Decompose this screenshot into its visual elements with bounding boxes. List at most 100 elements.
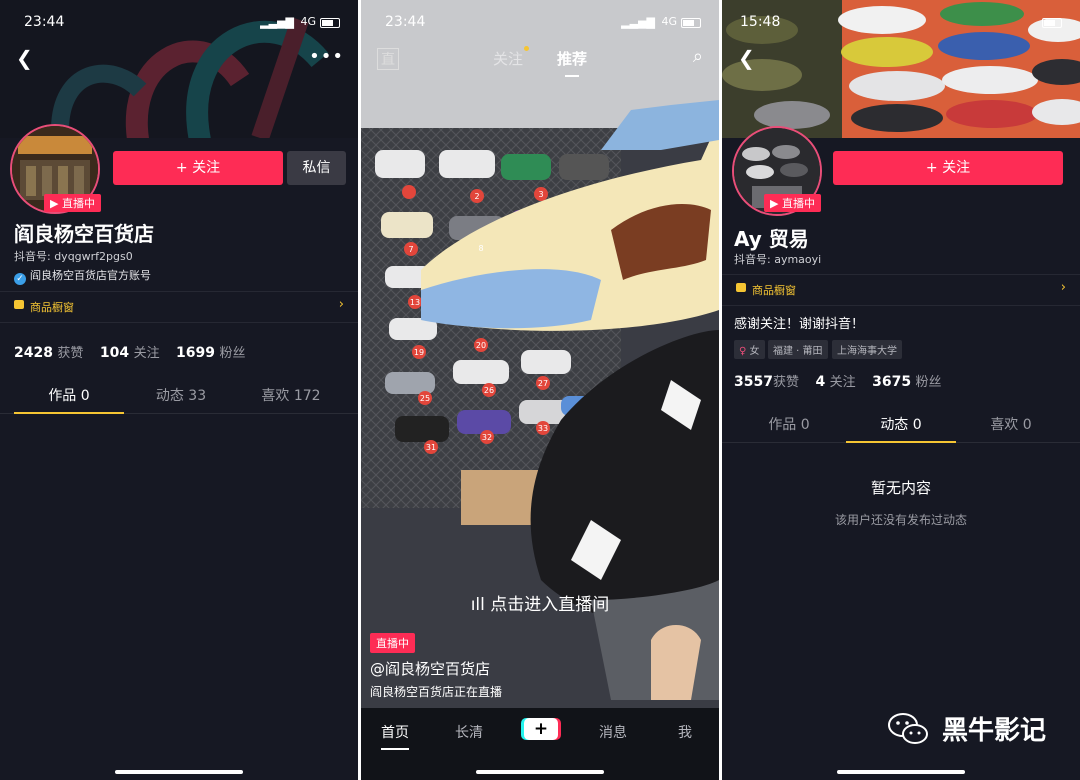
fans-unit: 粉丝 (915, 375, 942, 390)
nav-me[interactable]: 我 (678, 722, 692, 742)
shoe-number-tag: 13 (410, 298, 420, 307)
video-feed-screen: 2 3 7 8 13 19 20 25 26 27 31 32 33 23:44 ▂▃▅▇ 4G 直 关… (361, 0, 719, 780)
follow-button[interactable]: + 关注 (833, 151, 1063, 185)
wechat-icon (888, 713, 928, 744)
live-entry-icon[interactable]: 直 (377, 48, 399, 70)
shop-label: 商品橱窗 (752, 284, 796, 297)
fans-unit: 粉丝 (219, 346, 246, 361)
enter-live-text: 点击进入直播间 (490, 595, 610, 615)
likes-unit: 获赞 (772, 375, 799, 390)
verified-row: ✓ 阎良杨空百货店官方账号 (14, 267, 151, 285)
watermark-text: 黑牛影记 (941, 716, 1046, 746)
verified-label: 阎良杨空百货店官方账号 (30, 269, 151, 282)
following-unit: 关注 (829, 375, 856, 390)
profile-tabs: 作品 0 动态 0 喜欢 0 (722, 408, 1080, 443)
status-bar: 23:44 ▂▃▅▇ 4G (0, 12, 358, 32)
create-plus-button[interactable]: + (524, 718, 558, 740)
shop-icon (736, 283, 746, 292)
home-indicator (837, 770, 965, 774)
status-bar: 23:44 ▂▃▅▇ 4G (361, 12, 719, 32)
tab-following-label: 关注 (493, 50, 524, 68)
gender-tag: ♀ 女 (734, 340, 765, 359)
status-time: 23:44 (385, 14, 426, 30)
status-time: 23:44 (24, 14, 65, 30)
profile-stats: 3557获赞 4 关注 3675 粉丝 (734, 371, 954, 390)
battery-icon (320, 18, 340, 28)
tab-works[interactable]: 作品 0 (734, 408, 844, 442)
signal-icon: ▂▃▅▇ (260, 16, 294, 29)
follow-button[interactable]: + 关注 (113, 151, 283, 185)
nav-home[interactable]: 首页 (381, 722, 409, 750)
author-name[interactable]: @阎良杨空百货店 (370, 658, 490, 679)
shoe-number-tag: 27 (538, 379, 548, 388)
shoe-number-tag: 33 (538, 424, 548, 433)
fans-count[interactable]: 3675 (872, 374, 911, 390)
search-icon[interactable]: ⌕ (693, 46, 703, 67)
network-label: 4G (300, 15, 316, 28)
message-button[interactable]: 私信 (287, 151, 346, 185)
profile-tabs: 作品 0 动态 33 喜欢 172 (0, 379, 358, 414)
gender-label: 女 (749, 346, 760, 357)
following-unit: 关注 (133, 346, 160, 361)
more-icon[interactable]: ••• (309, 46, 344, 67)
profile-screen-left: 23:44 ▂▃▅▇ 4G ❮ ••• ▶ 直播中 + 关注 私信 阎良杨空百货… (0, 0, 358, 780)
back-icon[interactable]: ❮ (16, 48, 33, 68)
douyin-id: 抖音号: aymaoyi (734, 253, 822, 266)
location-tag: 福建 · 莆田 (768, 340, 828, 359)
following-count[interactable]: 104 (100, 345, 129, 361)
empty-state-subtitle: 该用户还没有发布过动态 (834, 513, 967, 527)
female-icon: ♀ (739, 346, 747, 357)
shop-icon (14, 300, 24, 309)
school-tag: 上海海事大学 (832, 340, 902, 359)
chevron-right-icon: › (338, 297, 344, 312)
back-icon[interactable]: ❮ (738, 48, 755, 68)
following-count[interactable]: 4 (815, 374, 825, 390)
douyin-id: 抖音号: dyqgwrf2pgs0 (14, 250, 133, 263)
tab-following-feed[interactable]: 关注 (493, 46, 530, 69)
tab-activity[interactable]: 动态 33 (126, 379, 236, 413)
tab-recommend[interactable]: 推荐 (557, 48, 587, 77)
status-bar: 15:48 (722, 12, 1080, 32)
verified-check-icon: ✓ (14, 273, 26, 285)
tab-likes[interactable]: 喜欢 172 (236, 379, 346, 413)
profile-stats: 2428 获赞 104 关注 1699 粉丝 (14, 342, 257, 361)
shoe-number-tag: 31 (426, 443, 436, 452)
likes-unit: 获赞 (57, 346, 84, 361)
shoe-number-tag: 8 (478, 244, 483, 253)
shoe-number-tag: 3 (538, 190, 543, 199)
profile-bio: 感谢关注！谢谢抖音！ (734, 317, 865, 332)
nav-messages[interactable]: 消息 (599, 722, 627, 742)
shoe-number-tag: 26 (484, 386, 494, 395)
shoe-number-tag: 25 (420, 394, 430, 403)
shoe-number-tag: 19 (414, 348, 424, 357)
shop-window-row[interactable]: 商品橱窗 › (722, 274, 1080, 306)
tab-likes[interactable]: 喜欢 0 (956, 408, 1066, 442)
shoe-number-tag: 7 (408, 245, 413, 254)
fans-count[interactable]: 1699 (176, 345, 215, 361)
home-indicator (115, 770, 243, 774)
nav-long[interactable]: 长清 (455, 722, 483, 742)
battery-icon (681, 18, 701, 28)
live-badge[interactable]: 直播中 (370, 633, 415, 653)
bars-icon: ıll (470, 595, 491, 615)
enter-live-prompt[interactable]: ıll 点击进入直播间 (361, 590, 719, 615)
chevron-right-icon: › (1060, 280, 1066, 295)
status-time: 15:48 (740, 14, 781, 30)
live-badge[interactable]: ▶ 直播中 (44, 194, 101, 212)
home-indicator (476, 770, 604, 774)
shoe-number-tag: 2 (474, 192, 479, 201)
likes-count: 2428 (14, 345, 53, 361)
live-badge[interactable]: ▶ 直播中 (764, 194, 821, 212)
profile-name: 阎良杨空百货店 (14, 222, 154, 246)
video-caption: 阎良杨空百货店正在直播 (370, 685, 503, 699)
shop-label: 商品橱窗 (30, 301, 74, 314)
likes-count: 3557 (734, 374, 773, 390)
tab-works[interactable]: 作品 0 (14, 379, 124, 414)
shop-window-row[interactable]: 商品橱窗 › (0, 291, 358, 323)
profile-name: Ay 贸易 (734, 227, 809, 251)
profile-screen-right: 15:48 ❮ ▶ 直播中 + 关注 Ay 贸易 抖音号: aymaoyi 商品… (722, 0, 1080, 780)
shoe-number-tag: 32 (482, 433, 492, 442)
network-label: 4G (661, 15, 677, 28)
tab-activity[interactable]: 动态 0 (846, 408, 956, 443)
empty-state-title: 暂无内容 (870, 479, 931, 497)
